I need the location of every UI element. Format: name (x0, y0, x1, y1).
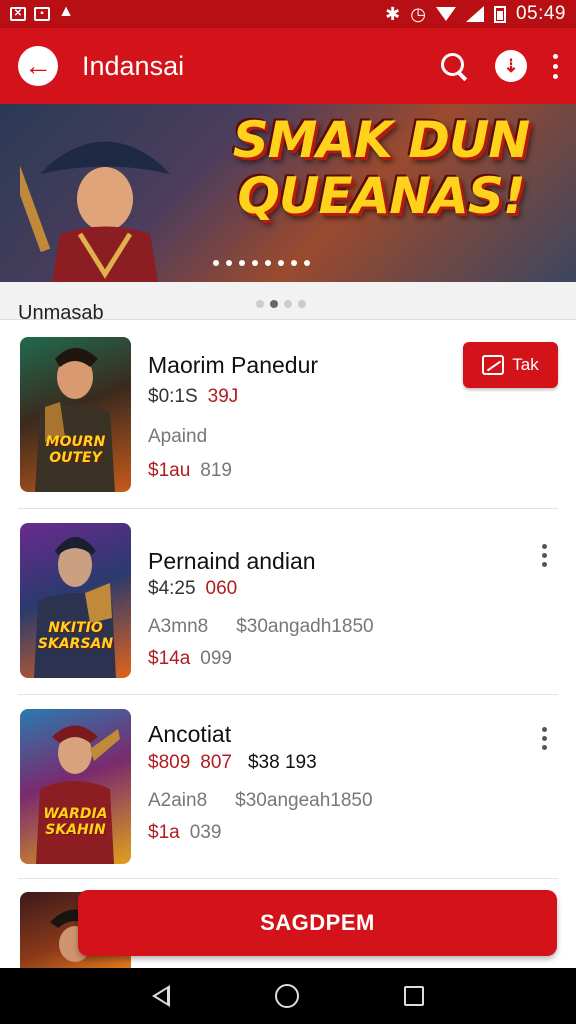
thumbnail-title: WARDIA SKAHIN (43, 806, 108, 838)
character-art (35, 348, 115, 492)
signal-icon (465, 6, 484, 22)
item-price: $0:1S 39J (148, 386, 238, 408)
section-pagination (256, 300, 306, 308)
item-price: $4:25 060 (148, 578, 237, 600)
hero-character-illustration (20, 135, 170, 282)
profile-icon[interactable]: ⇣ (495, 50, 527, 82)
subtitle-text: A3mn8 (148, 616, 209, 637)
thumbnail-title: MOURN OUTEY (45, 434, 106, 466)
price-change: 807 (200, 752, 232, 773)
nav-back-icon[interactable] (152, 985, 171, 1007)
item-stats: $14a 099 (148, 648, 232, 670)
item-more-icon[interactable] (542, 727, 547, 750)
item-title: Ancotiat (148, 721, 232, 747)
status-time: 05:49 (515, 3, 566, 24)
stat-value: $1au (148, 460, 191, 481)
character-art (34, 537, 116, 678)
primary-cta-button[interactable]: SAGDPEM (78, 890, 557, 956)
price-value: $809 (148, 752, 191, 773)
search-icon[interactable] (439, 51, 469, 81)
banner-title-line2: QUEANAS! (237, 167, 525, 225)
character-art (36, 725, 120, 864)
wifi-icon (435, 7, 456, 21)
stat-count: 039 (189, 822, 222, 843)
item-stats: $1au 819 (148, 460, 232, 482)
back-button[interactable]: ← (18, 46, 58, 86)
item-title: Maorim Panedur (148, 352, 319, 378)
more-options-icon[interactable] (553, 53, 558, 79)
divider (18, 508, 558, 509)
price-value: $4:25 (148, 578, 196, 599)
banner-title: SMAK DUN QUEANAS! (196, 112, 566, 224)
bluetooth-icon: ✱ (385, 3, 401, 24)
item-title: Pernaind andian (148, 548, 316, 574)
subtitle-text: A2ain8 (148, 790, 208, 811)
notification-icon: ✕ (10, 7, 26, 21)
divider (18, 878, 558, 879)
item-subtitle: Apaind (148, 426, 207, 448)
trend-icon (482, 355, 505, 375)
alarm-icon: ◷ (410, 3, 426, 24)
price-value: $0:1S (148, 386, 198, 407)
status-bar: ✕ ▪ ▲ ✱ ◷ 05:49 (0, 0, 576, 28)
nav-home-icon[interactable] (274, 984, 299, 1008)
item-stats: $1a 039 (148, 822, 221, 844)
price-change: 39J (207, 386, 239, 407)
nav-recents-icon[interactable] (403, 986, 424, 1006)
subtitle-detail: $30angadh1850 (236, 616, 374, 637)
thumbnail-title: NKITIO SKARSAN (37, 620, 114, 652)
section-header: Unmasab (0, 282, 576, 324)
price-extra: $38 193 (247, 752, 317, 773)
game-thumbnail: WARDIA SKAHIN (20, 709, 131, 864)
battery-icon (493, 5, 506, 23)
subtitle-text: Apaind (148, 426, 208, 447)
stat-value: $14a (148, 648, 191, 669)
promo-banner[interactable]: SMAK DUN QUEANAS! (0, 104, 576, 282)
app-bar: ← Indansai ⇣ (0, 28, 576, 104)
stat-count: 819 (200, 460, 232, 481)
alert-notification-icon: ▲ (58, 3, 74, 20)
image-notification-icon: ▪ (34, 7, 50, 21)
game-thumbnail: NKITIO SKARSAN (20, 523, 131, 678)
stat-value: $1a (148, 822, 180, 843)
game-thumbnail: MOURN OUTEY (20, 337, 131, 492)
banner-title-line1: SMAK DUN (232, 111, 531, 169)
banner-pagination (213, 260, 310, 266)
item-more-icon[interactable] (542, 544, 547, 567)
page-title: Indansai (82, 50, 185, 81)
divider (18, 694, 558, 695)
price-change: 060 (205, 578, 238, 599)
track-button-label: Tak (512, 355, 539, 374)
track-button[interactable]: Tak (463, 342, 558, 388)
item-subtitle: A2ain8 $30angeah1850 (148, 790, 373, 812)
subtitle-detail: $30angeah1850 (235, 790, 373, 811)
item-price: $809 807 $38 193 (148, 752, 317, 774)
system-nav-bar (0, 968, 576, 1024)
stat-count: 099 (200, 648, 232, 669)
section-label: Unmasab (18, 302, 104, 324)
item-subtitle: A3mn8 $30angadh1850 (148, 616, 374, 638)
